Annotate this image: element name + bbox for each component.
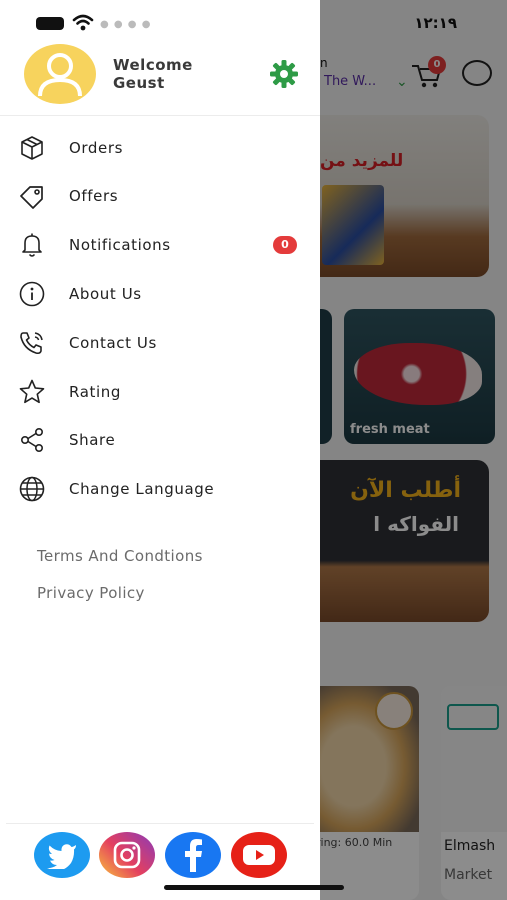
social-links	[6, 823, 314, 883]
menu-label: Share	[69, 431, 116, 449]
phone-icon	[17, 328, 47, 358]
menu-item-share[interactable]: Share	[0, 418, 320, 462]
youtube-icon[interactable]	[231, 832, 287, 878]
side-drawer: ● ● ● ● Welcome Geust Orders Offers Noti…	[0, 0, 320, 900]
profile-header: Welcome Geust	[0, 44, 320, 116]
gear-icon[interactable]	[268, 58, 300, 90]
menu-item-offers[interactable]: Offers	[0, 174, 320, 218]
welcome-label: Welcome	[113, 56, 193, 74]
battery-icon	[36, 17, 64, 30]
privacy-policy-link[interactable]: Privacy Policy	[37, 584, 145, 602]
share-icon	[17, 425, 47, 455]
info-icon	[17, 279, 47, 309]
instagram-icon[interactable]	[99, 832, 155, 878]
notification-badge: 0	[273, 236, 297, 254]
menu-item-rating[interactable]: Rating	[0, 370, 320, 414]
menu-item-notifications[interactable]: Notifications 0	[0, 223, 320, 267]
status-bar: ● ● ● ●	[0, 0, 320, 44]
menu-item-orders[interactable]: Orders	[0, 126, 320, 170]
menu-item-change-language[interactable]: Change Language	[0, 467, 320, 511]
menu-item-contact-us[interactable]: Contact Us	[0, 321, 320, 365]
menu-label: Offers	[69, 187, 119, 205]
facebook-icon[interactable]	[165, 832, 221, 878]
avatar[interactable]	[24, 44, 96, 104]
menu-label: Contact Us	[69, 334, 157, 352]
box-icon	[17, 133, 47, 163]
star-icon	[17, 377, 47, 407]
globe-icon	[17, 474, 47, 504]
menu-label: Change Language	[69, 480, 215, 498]
bell-icon	[17, 230, 47, 260]
menu-item-about-us[interactable]: About Us	[0, 272, 320, 316]
menu-label: Orders	[69, 139, 124, 157]
menu-label: Notifications	[69, 236, 171, 254]
terms-link[interactable]: Terms And Condtions	[37, 547, 203, 565]
tag-icon	[17, 181, 47, 211]
menu-label: Rating	[69, 383, 121, 401]
user-name: Geust	[113, 74, 165, 92]
home-indicator	[164, 885, 344, 890]
twitter-icon[interactable]	[34, 832, 90, 878]
signal-icon: ● ● ● ●	[100, 19, 152, 30]
wifi-icon	[72, 14, 94, 31]
menu-label: About Us	[69, 285, 142, 303]
